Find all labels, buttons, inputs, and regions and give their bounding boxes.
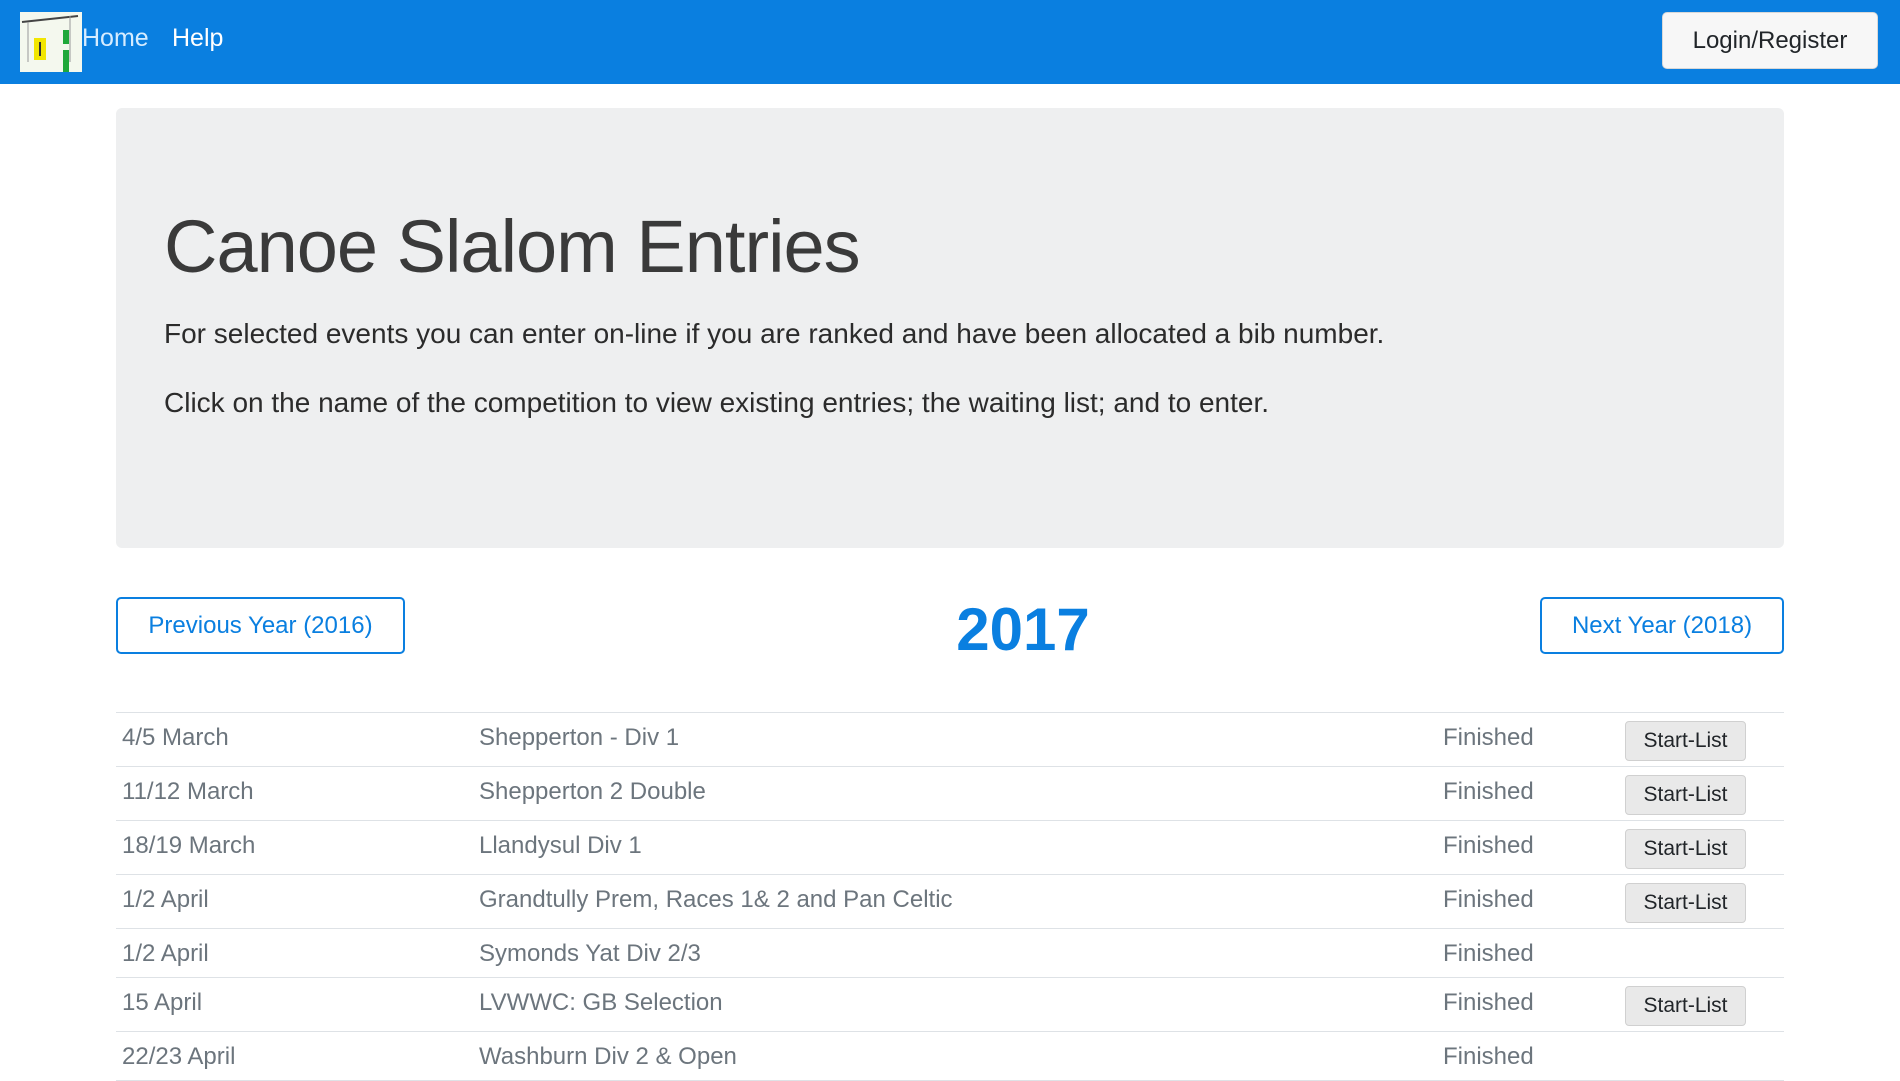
event-name-link[interactable]: Shepperton - Div 1 — [479, 724, 679, 752]
event-date: 1/2 April — [122, 886, 209, 913]
event-name-link[interactable]: Llandysul Div 1 — [479, 832, 642, 860]
event-row[interactable]: 1/2 April Symonds Yat Div 2/3 Finished — [116, 929, 1784, 978]
start-list-button[interactable]: Start-List — [1625, 883, 1746, 923]
current-year-label: 2017 — [956, 596, 1090, 663]
events-table: 4/5 March Shepperton - Div 1 Finished St… — [116, 712, 1784, 1081]
event-date: 1/2 April — [122, 940, 209, 967]
event-status: Finished — [1443, 940, 1534, 967]
login-register-button[interactable]: Login/Register — [1662, 12, 1878, 69]
nav-help-link[interactable]: Help — [172, 24, 223, 53]
event-date: 22/23 April — [122, 1043, 236, 1070]
start-list-button[interactable]: Start-List — [1625, 829, 1746, 869]
site-logo-icon[interactable] — [20, 12, 82, 72]
start-list-button[interactable]: Start-List — [1625, 721, 1746, 761]
event-date: 4/5 March — [122, 724, 229, 751]
event-status: Finished — [1443, 778, 1534, 805]
event-row[interactable]: 11/12 March Shepperton 2 Double Finished… — [116, 767, 1784, 821]
start-list-button[interactable]: Start-List — [1625, 775, 1746, 815]
event-date: 11/12 March — [122, 778, 254, 805]
event-date: 18/19 March — [122, 832, 256, 859]
intro-text-instructions: Click on the name of the competition to … — [164, 387, 1270, 418]
event-date: 15 April — [122, 989, 203, 1016]
start-list-button[interactable]: Start-List — [1625, 986, 1746, 1026]
intro-text-entry: For selected events you can enter on-lin… — [164, 318, 1385, 349]
event-name-link[interactable]: Symonds Yat Div 2/3 — [479, 940, 701, 968]
event-status: Finished — [1443, 1043, 1534, 1070]
event-row[interactable]: 15 April LVWWC: GB Selection Finished St… — [116, 978, 1784, 1032]
event-status: Finished — [1443, 989, 1534, 1016]
page-title: Canoe Slalom Entries — [164, 205, 861, 288]
event-status: Finished — [1443, 886, 1534, 913]
event-row[interactable]: 22/23 April Washburn Div 2 & Open Finish… — [116, 1032, 1784, 1081]
event-status: Finished — [1443, 832, 1534, 859]
event-status: Finished — [1443, 724, 1534, 751]
next-year-button[interactable]: Next Year (2018) — [1540, 597, 1784, 654]
event-name-link[interactable]: LVWWC: GB Selection — [479, 989, 723, 1017]
event-row[interactable]: 4/5 March Shepperton - Div 1 Finished St… — [116, 713, 1784, 767]
event-name-link[interactable]: Shepperton 2 Double — [479, 778, 706, 806]
top-navbar: Home Help Login/Register — [0, 0, 1900, 84]
event-name-link[interactable]: Washburn Div 2 & Open — [479, 1043, 737, 1071]
event-row[interactable]: 1/2 April Grandtully Prem, Races 1& 2 an… — [116, 875, 1784, 929]
event-row[interactable]: 18/19 March Llandysul Div 1 Finished Sta… — [116, 821, 1784, 875]
event-name-link[interactable]: Grandtully Prem, Races 1& 2 and Pan Celt… — [479, 886, 953, 914]
intro-panel: Canoe Slalom Entries For selected events… — [116, 108, 1784, 548]
nav-home-link[interactable]: Home — [82, 24, 149, 53]
